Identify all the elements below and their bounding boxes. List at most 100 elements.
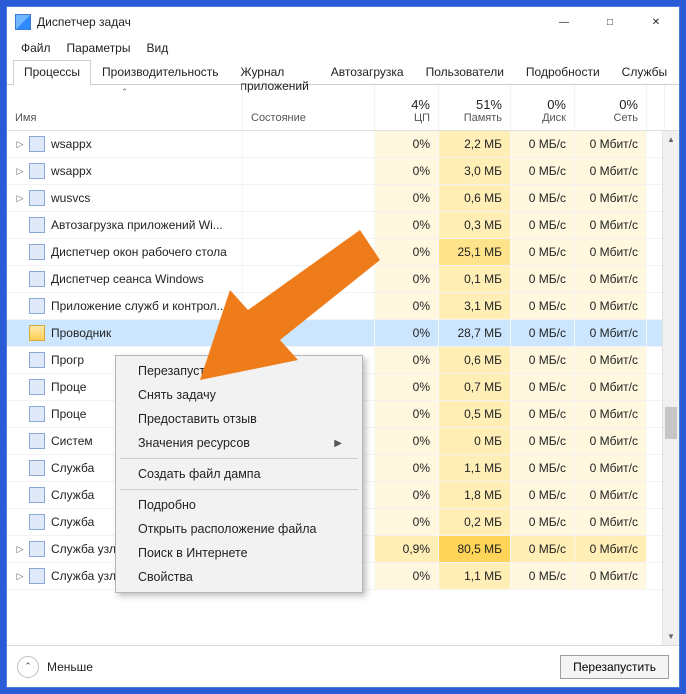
memory-cell: 1,1 МБ [439, 455, 511, 481]
expand-icon[interactable]: ▷ [13, 166, 27, 177]
col-cpu[interactable]: 4% ЦП [375, 85, 439, 130]
process-name-cell[interactable]: ▷wsappx [7, 158, 243, 184]
disk-cell: 0 МБ/с [511, 401, 575, 427]
context-menu-item[interactable]: Свойства [118, 565, 360, 589]
memory-cell: 25,1 МБ [439, 239, 511, 265]
scroll-down-icon[interactable]: ▼ [663, 628, 679, 645]
network-cell: 0 Мбит/с [575, 266, 647, 292]
col-memory[interactable]: 51% Память [439, 85, 511, 130]
cpu-cell: 0% [375, 293, 439, 319]
state-cell [243, 131, 375, 157]
disk-cell: 0 МБ/с [511, 536, 575, 562]
scroll-up-icon[interactable]: ▲ [663, 131, 679, 148]
process-row[interactable]: Диспетчер сеанса Windows0%0,1 МБ0 МБ/с0 … [7, 266, 679, 293]
tabstrip: Процессы Производительность Журнал прило… [7, 59, 679, 85]
cpu-cell: 0% [375, 239, 439, 265]
disk-cell: 0 МБ/с [511, 158, 575, 184]
process-name: wusvcs [51, 191, 90, 205]
tab-performance[interactable]: Производительность [91, 60, 229, 85]
scroll-track[interactable] [663, 148, 679, 628]
process-row[interactable]: Приложение служб и контрол...0%3,1 МБ0 М… [7, 293, 679, 320]
fewer-details-label[interactable]: Меньше [47, 660, 93, 674]
app-icon [29, 406, 45, 422]
disk-cell: 0 МБ/с [511, 131, 575, 157]
context-menu-label: Перезапустить [138, 364, 224, 378]
process-row[interactable]: ▷wsappx0%2,2 МБ0 МБ/с0 Мбит/с [7, 131, 679, 158]
process-name-cell[interactable]: ▷wsappx [7, 131, 243, 157]
disk-cell: 0 МБ/с [511, 347, 575, 373]
tab-startup[interactable]: Автозагрузка [320, 60, 415, 85]
cpu-cell: 0% [375, 158, 439, 184]
process-name: Проводник [51, 326, 111, 340]
disk-cell: 0 МБ/с [511, 428, 575, 454]
menu-file[interactable]: Файл [13, 39, 59, 57]
context-menu-item[interactable]: Подробно [118, 493, 360, 517]
context-menu-item[interactable]: Создать файл дампа [118, 462, 360, 486]
state-cell [243, 239, 375, 265]
process-name-cell[interactable]: Автозагрузка приложений Wi... [7, 212, 243, 238]
disk-cell: 0 МБ/с [511, 563, 575, 589]
context-menu-label: Поиск в Интернете [138, 546, 248, 560]
process-name-cell[interactable]: Приложение служб и контрол... [7, 293, 243, 319]
memory-cell: 0,7 МБ [439, 374, 511, 400]
tab-processes[interactable]: Процессы [13, 60, 91, 85]
gear-icon [29, 487, 45, 503]
context-menu-item[interactable]: Открыть расположение файла [118, 517, 360, 541]
expand-icon[interactable]: ▷ [13, 544, 27, 555]
tab-users[interactable]: Пользователи [415, 60, 515, 85]
process-name-cell[interactable]: Диспетчер окон рабочего стола [7, 239, 243, 265]
context-menu-item[interactable]: Поиск в Интернете [118, 541, 360, 565]
restart-button[interactable]: Перезапустить [560, 655, 669, 679]
process-name-cell[interactable]: Диспетчер сеанса Windows [7, 266, 243, 292]
titlebar[interactable]: Диспетчер задач — □ ✕ [7, 7, 679, 37]
cpu-cell: 0% [375, 455, 439, 481]
tab-services[interactable]: Службы [611, 60, 678, 85]
context-menu-item[interactable]: Снять задачу [118, 383, 360, 407]
network-cell: 0 Мбит/с [575, 212, 647, 238]
expand-icon[interactable]: ▷ [13, 571, 27, 582]
scroll-thumb[interactable] [665, 407, 677, 439]
col-disk[interactable]: 0% Диск [511, 85, 575, 130]
gear-icon [29, 541, 45, 557]
tab-details[interactable]: Подробности [515, 60, 611, 85]
process-name: Автозагрузка приложений Wi... [51, 218, 223, 232]
menu-view[interactable]: Вид [138, 39, 176, 57]
disk-cell: 0 МБ/с [511, 320, 575, 346]
memory-cell: 1,1 МБ [439, 563, 511, 589]
cpu-cell: 0% [375, 563, 439, 589]
context-menu-item[interactable]: Перезапустить [118, 359, 360, 383]
cpu-cell: 0% [375, 347, 439, 373]
close-button[interactable]: ✕ [633, 7, 679, 37]
network-cell: 0 Мбит/с [575, 239, 647, 265]
state-cell [243, 293, 375, 319]
context-menu-item[interactable]: Предоставить отзыв [118, 407, 360, 431]
memory-cell: 80,5 МБ [439, 536, 511, 562]
expand-icon[interactable]: ▷ [13, 193, 27, 204]
process-row[interactable]: Диспетчер окон рабочего стола 0%25,1 МБ 0 … [7, 239, 679, 266]
expand-icon[interactable]: ▷ [13, 139, 27, 150]
chevron-up-icon: ⌃ [24, 661, 32, 672]
context-menu-item[interactable]: Значения ресурсов▶ [118, 431, 360, 455]
minimize-button[interactable]: — [541, 7, 587, 37]
memory-cell: 3,1 МБ [439, 293, 511, 319]
context-menu-label: Значения ресурсов [138, 436, 250, 450]
fewer-details-button[interactable]: ⌃ [17, 656, 39, 678]
context-menu-label: Свойства [138, 570, 193, 584]
process-name-cell[interactable]: ▷ wusvcs [7, 185, 243, 211]
gear-icon [29, 514, 45, 530]
process-row[interactable]: Автозагрузка приложений Wi... 0%0,3 МБ 0 М… [7, 212, 679, 239]
process-row[interactable]: ▷wsappx0%3,0 МБ0 МБ/с0 Мбит/с [7, 158, 679, 185]
maximize-button[interactable]: □ [587, 7, 633, 37]
cpu-cell: 0% [375, 212, 439, 238]
memory-cell: 0,3 МБ [439, 212, 511, 238]
process-row[interactable]: Проводник0%28,7 МБ0 МБ/с0 Мбит/с [7, 320, 679, 347]
vertical-scrollbar[interactable]: ▲ ▼ [662, 131, 679, 645]
process-name-cell[interactable]: Проводник [7, 320, 243, 346]
gear-icon [29, 190, 45, 206]
tab-app-history[interactable]: Журнал приложений [230, 60, 320, 85]
process-row[interactable]: ▷wusvcs0%0,6 МБ0 МБ/с0 Мбит/с [7, 185, 679, 212]
process-name: Прогр [51, 353, 84, 367]
col-name[interactable]: ⌃ Имя [7, 85, 243, 130]
col-network[interactable]: 0% Сеть [575, 85, 647, 130]
menu-options[interactable]: Параметры [59, 39, 139, 57]
